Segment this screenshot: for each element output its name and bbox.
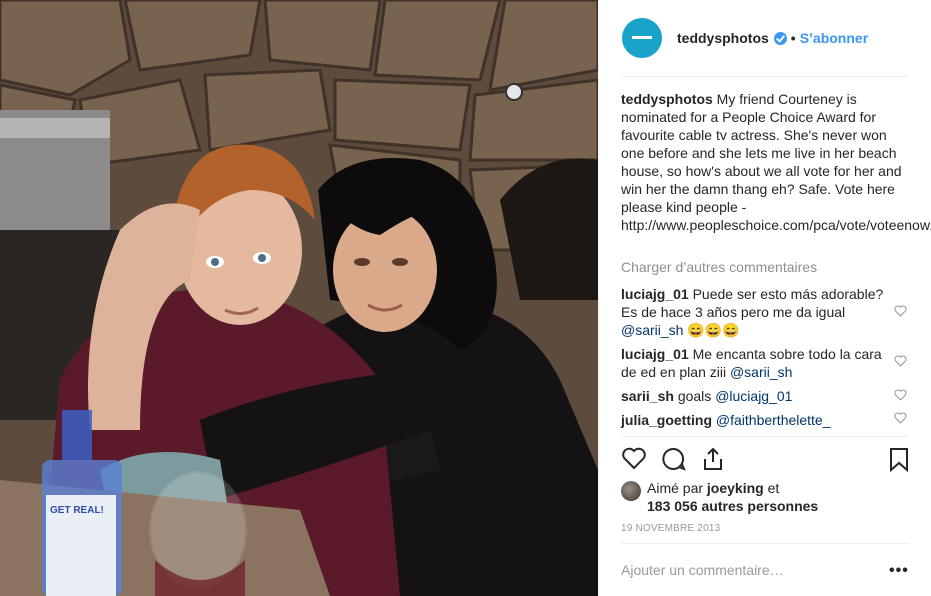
comment-heart-icon[interactable] [894,389,907,401]
instagram-post: GET REAL! teddysphotos • S’abonner teddy… [0,0,931,596]
comment-emoji: 😄😄😄 [687,322,740,338]
header-divider [621,76,909,77]
post-date[interactable]: 19 NOVEMBRE 2013 [621,523,720,534]
comment-username[interactable]: luciajg_01 [621,346,689,362]
likes-count-link[interactable]: 183 056 autres personnes [647,498,818,514]
comment-mention[interactable]: @sarii_sh [730,364,792,380]
caption-username[interactable]: teddysphotos [621,91,713,107]
load-more-comments-button[interactable]: Charger d’autres commentaires [621,259,817,275]
comment-heart-icon[interactable] [894,305,907,317]
comment-heart-icon[interactable] [894,355,907,367]
likes-summary: Aimé par joeyking et 183 056 autres pers… [621,479,911,515]
comment-box-divider [621,543,909,544]
verified-badge-icon [773,31,787,45]
comment-icon[interactable] [661,446,687,472]
comment-username[interactable]: sarii_sh [621,388,674,404]
separator-dot: • [790,30,796,46]
bookmark-icon[interactable] [886,446,912,472]
caption-text: My friend Courteney is nominated for a P… [621,91,931,233]
likes-prefix: Aimé par [647,480,704,496]
action-bar [621,446,911,472]
comment-item: luciajg_01 Puede ser esto más adorable? … [621,285,891,339]
liker-username[interactable]: joeyking [707,480,764,496]
liker-avatar[interactable] [621,481,641,501]
bottle-label: GET REAL! [50,505,104,516]
comment-item: julia_goetting @faithberthelette_ [621,411,891,429]
comment-mention[interactable]: @faithberthelette_ [716,412,831,428]
comment-username[interactable]: julia_goetting [621,412,712,428]
comment-mention[interactable]: @sarii_sh [621,322,683,338]
photo-scene: GET REAL! [0,0,598,596]
heart-icon[interactable] [621,446,647,472]
more-options-icon[interactable]: ••• [889,562,909,580]
profile-avatar[interactable] [622,18,662,58]
header-username[interactable]: teddysphotos [677,30,769,46]
share-icon[interactable] [700,446,726,472]
post-caption: teddysphotos My friend Courteney is nomi… [621,90,931,234]
comment-heart-icon[interactable] [894,412,907,424]
comment-text: goals [677,388,712,404]
add-comment-input[interactable]: Ajouter un commentaire… [621,562,784,578]
comment-mention[interactable]: @luciajg_01 [715,388,792,404]
post-photo[interactable]: GET REAL! [0,0,598,596]
follow-button[interactable]: S’abonner [800,30,868,46]
comment-item: luciajg_01 Me encanta sobre todo la cara… [621,345,891,381]
post-header: teddysphotos • S’abonner [599,0,931,76]
actions-divider [621,436,909,437]
comment-item: sarii_sh goals @luciajg_01 [621,387,891,405]
comment-username[interactable]: luciajg_01 [621,286,689,302]
post-sidebar: teddysphotos • S’abonner teddysphotos My… [598,0,931,596]
likes-connector: et [767,480,780,496]
